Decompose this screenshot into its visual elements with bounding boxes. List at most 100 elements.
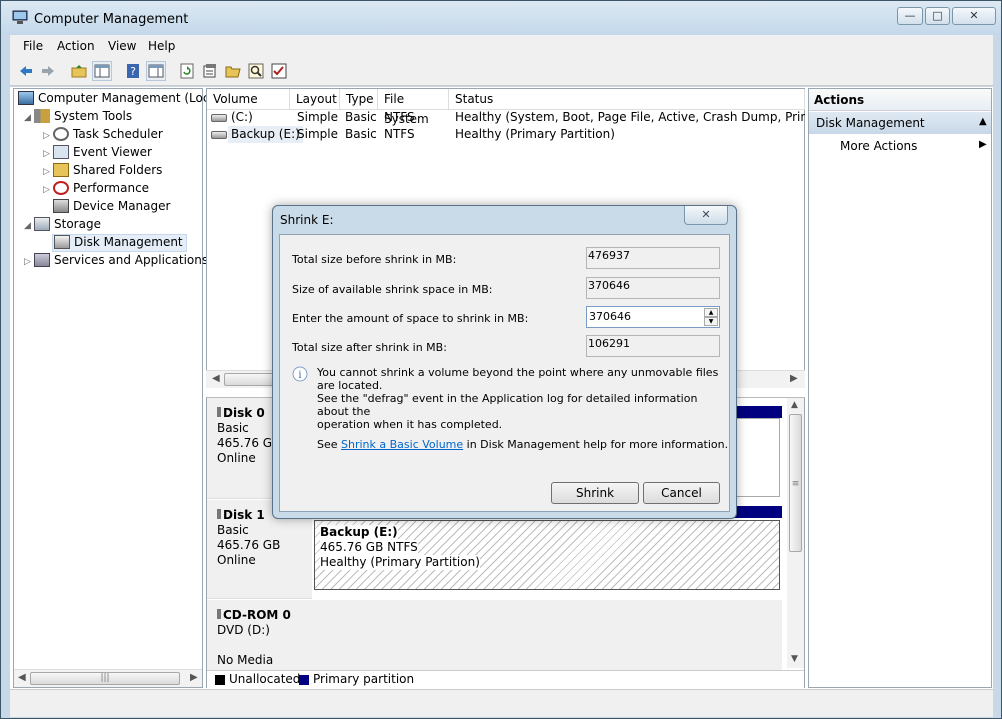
tree-item-label: Disk Management	[74, 235, 183, 249]
cdrom0-header[interactable]: CD-ROM 0 DVD (D:) No Media	[207, 600, 312, 672]
actions-header: Actions	[809, 89, 991, 111]
search-icon	[248, 63, 264, 79]
tree-item-label: Services and Applications	[54, 253, 209, 267]
expand-arrow-icon[interactable]: ▷	[43, 167, 53, 177]
collapse-arrow-icon[interactable]: ◢	[24, 221, 34, 231]
more-actions-label: More Actions	[840, 139, 918, 153]
tree-item-disk-management[interactable]: Disk Management	[52, 234, 187, 252]
disk1-partition-backup[interactable]: Backup (E:) 465.76 GB NTFS Healthy (Prim…	[314, 520, 780, 590]
actions-section-label: Disk Management	[816, 116, 925, 130]
dialog-close-button[interactable]: ✕	[684, 206, 728, 225]
shrink-button[interactable]: Shrink	[551, 482, 639, 504]
tree-item-shared-folders[interactable]: ▷ Shared Folders	[43, 163, 162, 181]
column-header-volume[interactable]: Volume	[207, 89, 290, 110]
expand-arrow-icon[interactable]: ▷	[43, 131, 53, 141]
search-button[interactable]	[246, 61, 266, 81]
menu-help[interactable]: Help	[148, 39, 175, 53]
column-header-file-system[interactable]: File System	[378, 89, 449, 126]
collapse-arrow-icon[interactable]: ◢	[24, 113, 34, 123]
tree-item-storage[interactable]: ◢ Storage	[24, 217, 101, 235]
tools-icon	[34, 109, 50, 123]
scroll-up-arrow-icon[interactable]: ▲	[791, 400, 798, 410]
expand-arrow-icon[interactable]: ▷	[43, 185, 53, 195]
tree-item-event-viewer[interactable]: ▷ Event Viewer	[43, 145, 152, 163]
cell-layout: Simple	[297, 127, 338, 141]
table-row[interactable]: Backup (E:) Simple Basic NTFS Healthy (P…	[207, 126, 805, 143]
maximize-button[interactable]: □	[925, 7, 950, 25]
tree-item-performance[interactable]: ▷ Performance	[43, 181, 149, 199]
console-tree-pane: Computer Management (Local ◢ System Tools…	[13, 88, 220, 688]
expand-arrow-icon[interactable]: ▷	[43, 149, 53, 159]
column-header-status[interactable]: Status	[449, 89, 805, 110]
shrink-amount-input[interactable]: 370646 ▲ ▼	[586, 306, 720, 328]
more-actions-item[interactable]: More Actions ▶	[809, 136, 991, 156]
forward-button[interactable]	[38, 61, 58, 81]
column-header-type[interactable]: Type	[340, 89, 378, 110]
spin-down-button[interactable]: ▼	[704, 317, 718, 326]
scroll-right-arrow-icon[interactable]: ▶	[790, 373, 798, 384]
properties-button[interactable]	[200, 61, 220, 81]
tree-item-label: System Tools	[54, 109, 133, 123]
scroll-right-arrow-icon[interactable]: ▶	[190, 672, 198, 683]
info-message: You cannot shrink a volume beyond the po…	[317, 366, 729, 431]
cell-file-system: NTFS	[384, 127, 415, 141]
disk0-name: Disk 0	[223, 406, 265, 420]
show-hide-action-pane-button[interactable]	[146, 61, 166, 81]
available-shrink-label: Size of available shrink space in MB:	[292, 283, 493, 296]
device-manager-icon	[53, 199, 69, 213]
scroll-left-arrow-icon[interactable]: ◀	[18, 672, 26, 683]
close-button[interactable]: ✕	[952, 7, 996, 25]
info-line-2: See the "defrag" event in the Applicatio…	[317, 392, 698, 418]
scroll-thumb[interactable]: |||	[30, 672, 180, 685]
dialog-title: Shrink E:	[280, 213, 334, 227]
spin-up-button[interactable]: ▲	[704, 308, 718, 317]
show-hide-console-tree-button[interactable]	[92, 61, 112, 81]
back-button[interactable]	[16, 61, 36, 81]
column-header-layout[interactable]: Layout	[290, 89, 340, 110]
help-button[interactable]: ?	[123, 61, 143, 81]
menu-bar: File Action View Help	[10, 35, 993, 57]
table-row[interactable]: (C:) Simple Basic NTFS Healthy (System, …	[207, 109, 805, 126]
tree-item-task-scheduler[interactable]: ▷ Task Scheduler	[43, 127, 163, 145]
collapse-up-icon[interactable]: ▲	[979, 116, 987, 127]
scroll-thumb[interactable]: ≡	[789, 414, 802, 552]
cdrom0-name: CD-ROM 0	[223, 608, 291, 622]
tree-horizontal-scrollbar[interactable]: ◀ ||| ▶	[14, 669, 202, 687]
menu-view[interactable]: View	[108, 39, 136, 53]
legend-unallocated: Unallocated	[229, 672, 301, 686]
disk1-type: Basic	[217, 523, 249, 537]
tree-item-root[interactable]: Computer Management (Local	[18, 91, 220, 109]
tree-item-label: Storage	[54, 217, 101, 231]
tree-item-device-manager[interactable]: Device Manager	[53, 199, 170, 217]
cell-volume: (C:)	[231, 110, 253, 124]
disk-pane-vertical-scrollbar[interactable]: ▲ ≡ ▼	[787, 398, 804, 668]
open-button[interactable]	[223, 61, 243, 81]
cancel-button[interactable]: Cancel	[643, 482, 720, 504]
back-icon	[20, 66, 32, 76]
svg-text:?: ?	[130, 65, 136, 78]
forward-icon	[42, 66, 54, 76]
cell-status: Healthy (Primary Partition)	[455, 127, 615, 141]
toolbar: ?	[10, 57, 993, 86]
checklist-button[interactable]	[269, 61, 289, 81]
shrink-dialog: Shrink E: ✕ Total size before shrink in …	[272, 205, 737, 519]
expand-arrow-icon[interactable]: ▷	[24, 257, 34, 267]
cdrom0-media: No Media	[217, 653, 274, 667]
menu-action[interactable]: Action	[57, 39, 95, 53]
scroll-left-arrow-icon[interactable]: ◀	[212, 373, 220, 384]
actions-section-disk-management[interactable]: Disk Management ▲	[809, 112, 991, 134]
minimize-button[interactable]: —	[897, 7, 923, 25]
shrink-basic-volume-link[interactable]: Shrink a Basic Volume	[341, 438, 463, 451]
up-one-level-button[interactable]	[69, 61, 89, 81]
event-viewer-icon	[53, 145, 69, 159]
title-bar[interactable]: Computer Management — □ ✕	[1, 1, 1001, 35]
disk-management-icon	[54, 235, 70, 249]
cell-type: Basic	[345, 127, 377, 141]
cdrom0-area	[312, 600, 782, 672]
tree-item-services-applications[interactable]: ▷ Services and Applications	[24, 253, 208, 271]
refresh-button[interactable]	[177, 61, 197, 81]
info-icon: i	[292, 366, 308, 382]
scroll-down-arrow-icon[interactable]: ▼	[791, 654, 798, 664]
tree-item-system-tools[interactable]: ◢ System Tools	[24, 109, 132, 127]
menu-file[interactable]: File	[23, 39, 43, 53]
